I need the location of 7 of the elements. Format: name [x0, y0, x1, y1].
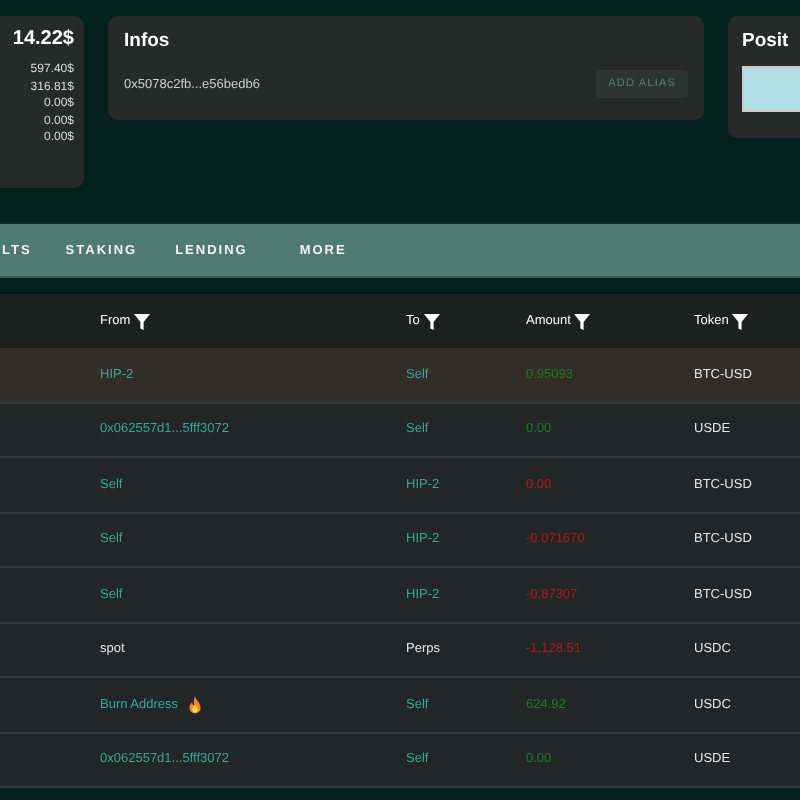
filter-icon[interactable] — [574, 313, 591, 329]
filter-icon[interactable] — [134, 313, 151, 329]
card-title: Posit — [742, 30, 791, 52]
filter-icon[interactable] — [732, 313, 749, 329]
filter-icon[interactable] — [423, 313, 440, 329]
card-title: Infos — [124, 30, 172, 52]
total-balance: 14.22$ — [12, 28, 74, 50]
